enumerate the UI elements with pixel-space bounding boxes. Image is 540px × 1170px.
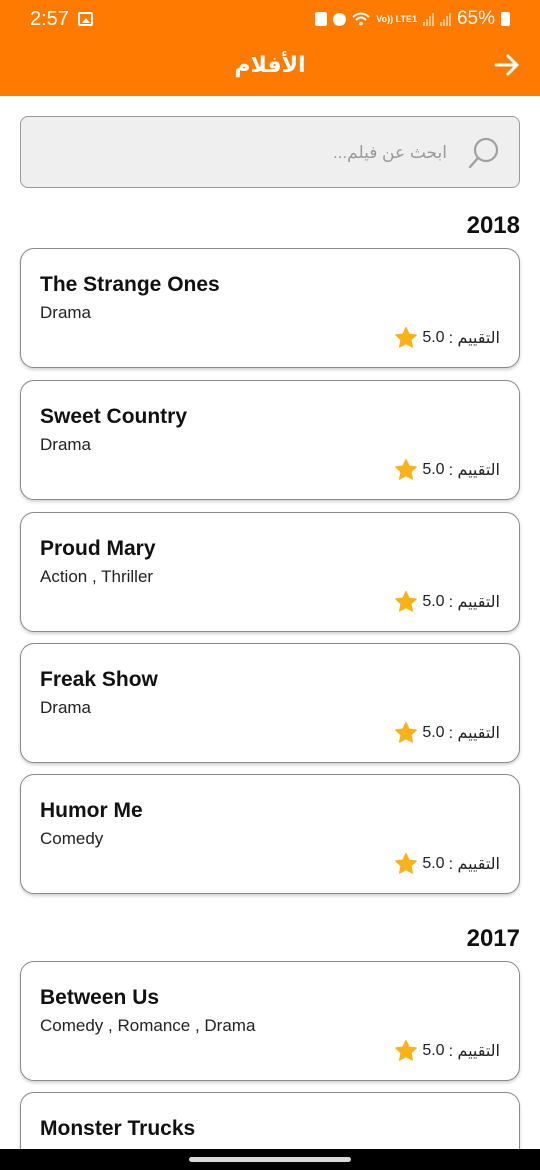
star-icon <box>395 1039 418 1061</box>
rating-value: 5.0 <box>422 461 445 478</box>
battery-icon <box>501 12 510 26</box>
movie-genres: Comedy , Romance , Drama <box>40 1016 256 1035</box>
star-icon <box>395 852 418 874</box>
star-icon <box>395 458 418 480</box>
movie-rating: 5.0 التقييم : <box>394 721 500 745</box>
wifi-icon <box>352 12 370 26</box>
navigation-bar <box>0 1149 540 1170</box>
arrow-right-icon[interactable] <box>494 52 520 78</box>
rating-label: التقييم : <box>448 330 500 347</box>
movie-title: Freak Show <box>40 668 158 691</box>
home-indicator[interactable] <box>189 1157 351 1162</box>
movie-title: Monster Trucks <box>40 1117 196 1140</box>
app-notification-icon <box>315 12 328 26</box>
section-year: 2017 <box>466 925 520 952</box>
status-icons: Vo)) LTE1 65% <box>315 8 510 30</box>
movie-genres: Action , Thriller <box>40 567 154 586</box>
search-icon <box>468 137 499 169</box>
movie-genres: Drama <box>40 435 92 454</box>
star-icon <box>395 590 418 612</box>
battery-percent: 65% <box>456 8 495 29</box>
status-bar: 2:57 Vo)) LTE1 65% <box>0 0 540 40</box>
rating-value: 5.0 <box>422 329 445 346</box>
movie-card[interactable]: Freak Show Drama 5.0 التقييم : <box>20 643 520 763</box>
movie-rating: 5.0 التقييم : <box>394 458 500 482</box>
movie-card[interactable]: Between Us Comedy , Romance , Drama 5.0 … <box>20 961 520 1081</box>
movies-screen: 2:57 Vo)) LTE1 65% الأفلام ابحث عن فيلم.… <box>0 0 540 1170</box>
page-title: الأفلام <box>234 52 306 77</box>
status-time: 2:57 <box>30 8 69 30</box>
rating-label: التقييم : <box>448 594 500 611</box>
gallery-notification-icon <box>78 12 93 26</box>
rating-value: 5.0 <box>422 1042 445 1059</box>
movie-card[interactable]: Sweet Country Drama 5.0 التقييم : <box>20 380 520 500</box>
rating-label: التقييم : <box>448 462 500 479</box>
movie-title: Between Us <box>40 986 160 1009</box>
alarm-icon <box>333 12 347 26</box>
movie-genres: Comedy <box>40 829 104 848</box>
movie-title: Humor Me <box>40 799 143 822</box>
movie-card[interactable]: Humor Me Comedy 5.0 التقييم : <box>20 774 520 894</box>
signal-icon <box>422 12 434 26</box>
rating-label: التقييم : <box>448 1043 500 1060</box>
search-placeholder: ابحث عن فيلم... <box>332 143 447 162</box>
movie-genres: Drama <box>40 303 92 322</box>
rating-value: 5.0 <box>422 593 445 610</box>
movie-card[interactable]: Proud Mary Action , Thriller 5.0 التقييم… <box>20 512 520 632</box>
rating-label: التقييم : <box>448 725 500 742</box>
movie-title: Proud Mary <box>40 537 156 560</box>
search-input[interactable]: ابحث عن فيلم... <box>20 116 520 188</box>
movie-title: The Strange Ones <box>40 273 220 296</box>
movie-rating: 5.0 التقييم : <box>394 1039 500 1063</box>
rating-label: التقييم : <box>448 856 500 873</box>
movie-rating: 5.0 التقييم : <box>394 852 500 876</box>
network-label: Vo)) LTE1 <box>376 13 417 24</box>
movie-rating: 5.0 التقييم : <box>394 326 500 350</box>
signal-2-icon <box>439 12 451 26</box>
section-year: 2018 <box>466 212 520 239</box>
star-icon <box>395 721 418 743</box>
rating-value: 5.0 <box>422 724 445 741</box>
movie-card[interactable]: The Strange Ones Drama 5.0 التقييم : <box>20 248 520 368</box>
rating-value: 5.0 <box>422 855 445 872</box>
movie-genres: Drama <box>40 698 92 717</box>
star-icon <box>395 326 418 348</box>
movie-rating: 5.0 التقييم : <box>394 590 500 614</box>
movie-title: Sweet Country <box>40 405 188 428</box>
top-bar: 2:57 Vo)) LTE1 65% الأفلام <box>0 0 540 96</box>
